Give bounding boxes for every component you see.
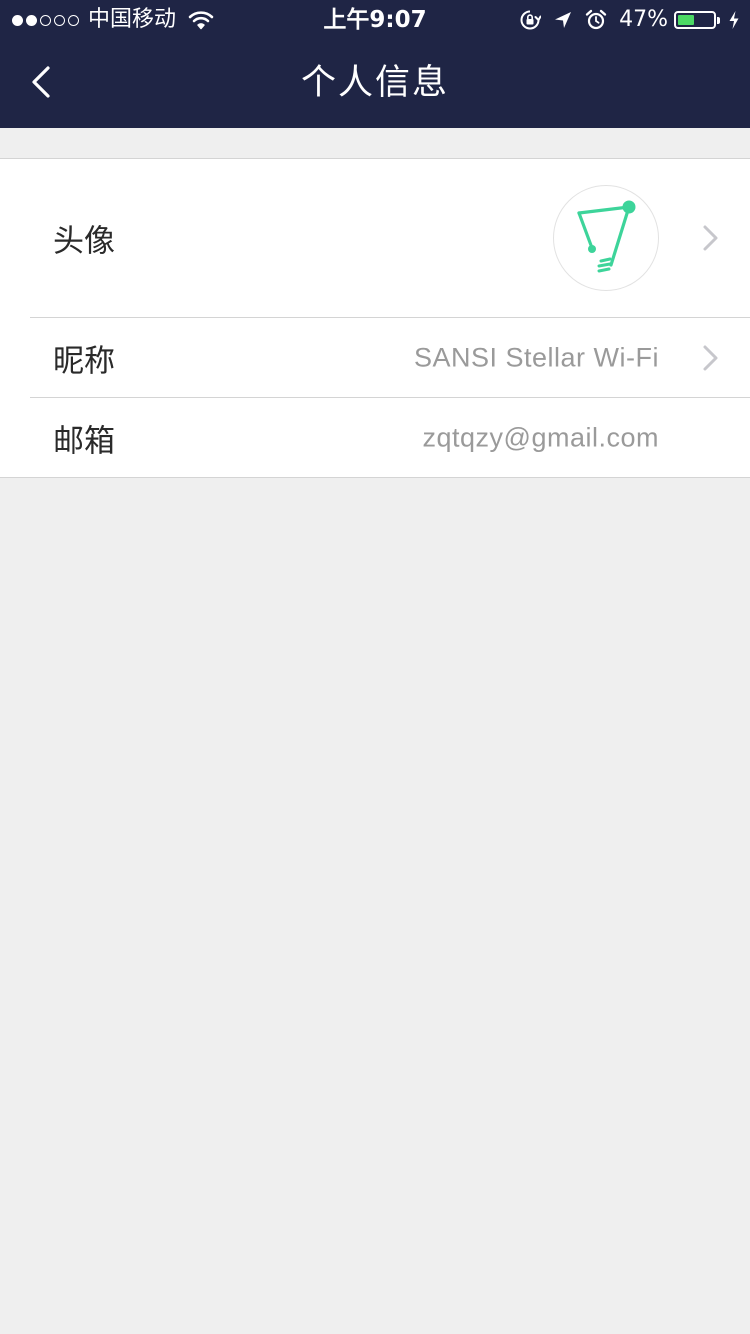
chevron-right-icon [703,225,718,251]
nickname-label: 昵称 [53,343,115,379]
avatar-label: 头像 [53,223,115,260]
rotation-lock-icon [520,10,542,30]
battery-icon [674,11,716,29]
nickname-value: SANSI Stellar Wi-Fi [413,342,659,372]
avatar[interactable] [553,185,659,291]
lightbulb-logo-icon [577,200,636,273]
page-title: 个人信息 [300,63,449,103]
email-label: 邮箱 [53,423,115,460]
location-arrow-icon [555,12,572,28]
charging-bolt-icon [729,11,739,29]
chevron-right-icon [703,345,718,370]
nickname-row[interactable]: 昵称 SANSI Stellar Wi-Fi [0,318,750,397]
status-bar: 中国移动 上午9:07 47% [0,0,750,40]
battery-level-fill [678,15,694,25]
avatar-row[interactable]: 头像 [0,159,750,317]
email-value: zqtqzy@gmail.com [422,422,659,453]
battery-percent: 47% [619,7,668,32]
status-right: 47% [507,4,740,36]
battery-cap [717,16,720,24]
alarm-icon [585,9,607,30]
top-bar: 中国移动 上午9:07 47% 个人信息 [0,0,750,128]
profile-info-list: 头像 昵称 SANSI Stellar Wi-Fi 邮箱 zqtqzy@gmai… [0,158,750,478]
email-row: 邮箱 zqtqzy@gmail.com [0,398,750,478]
